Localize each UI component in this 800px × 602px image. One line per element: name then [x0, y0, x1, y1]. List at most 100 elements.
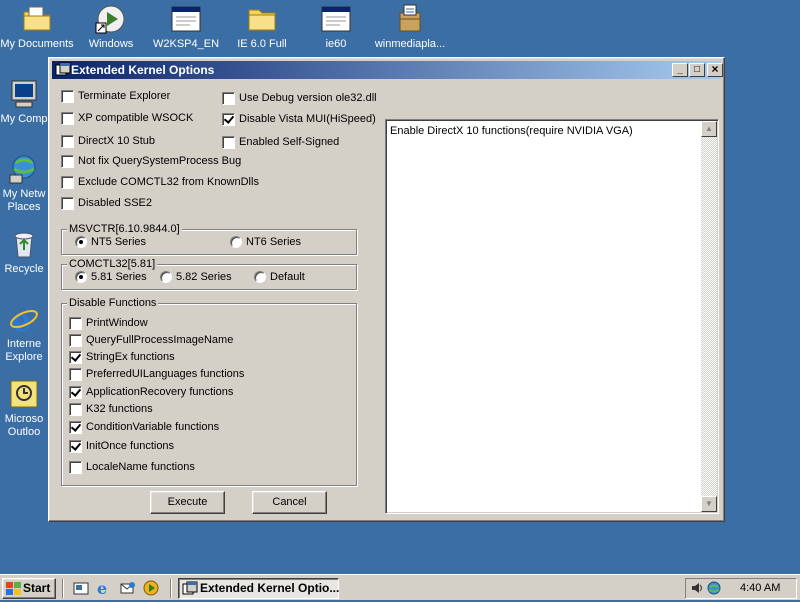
- internet-explorer-icon[interactable]: e: [96, 579, 112, 598]
- outlook-express-icon[interactable]: [120, 580, 136, 596]
- checkbox-label: PreferredUILanguages functions: [86, 368, 245, 380]
- checkbox-box[interactable]: [222, 92, 235, 105]
- checkbox-label: LocaleName functions: [86, 461, 195, 473]
- msvctr-legend: MSVCTR[6.10.9844.0]: [67, 223, 182, 235]
- close-button[interactable]: ×: [707, 63, 723, 77]
- folder-icon: [246, 3, 278, 35]
- checkbox-label: QueryFullProcessImageName: [86, 334, 234, 346]
- taskbar-item-extended-kernel-options[interactable]: Extended Kernel Optio...: [178, 578, 339, 599]
- window-app-icon: [320, 3, 352, 35]
- speaker-icon[interactable]: [690, 581, 704, 602]
- window-title: Extended Kernel Options: [71, 63, 215, 77]
- radio-label: 5.82 Series: [176, 271, 232, 283]
- comctl32-group: COMCTL32[5.81] 5.81 Series 5.82 Series D…: [61, 258, 357, 290]
- checkbox-box-checked[interactable]: [69, 386, 82, 399]
- media-player-shortcut-icon: [95, 3, 127, 35]
- checkbox-box[interactable]: [69, 368, 82, 381]
- scroll-up-icon[interactable]: ▲: [701, 121, 717, 137]
- checkbox-box-checked[interactable]: [69, 351, 82, 364]
- desktop-icon-w2ksp4[interactable]: W2KSP4_EN: [146, 3, 226, 51]
- disable-functions-legend: Disable Functions: [67, 297, 159, 309]
- disable-functions-group: Disable Functions PrintWindow QueryFullP…: [61, 297, 357, 486]
- desktop-icon-my-documents[interactable]: My Documents: [0, 3, 77, 51]
- checkbox-label: ApplicationRecovery functions: [86, 386, 234, 398]
- cancel-button[interactable]: Cancel: [252, 491, 327, 514]
- scroll-down-icon[interactable]: ▼: [701, 496, 717, 512]
- checkbox-label: StringEx functions: [86, 351, 175, 363]
- taskbar: Start e Extended Kernel Optio... 4:40 AM: [0, 574, 800, 600]
- description-text: Enable DirectX 10 functions(require NVID…: [390, 125, 633, 137]
- svg-text:e: e: [97, 580, 107, 596]
- desktop-icon-winmediaplayer[interactable]: winmediapla...: [370, 3, 450, 51]
- radio-dot[interactable]: [230, 236, 242, 248]
- minimize-button[interactable]: _: [672, 63, 688, 77]
- checkbox-box[interactable]: [222, 136, 235, 149]
- desktop-icon-label: IE 6.0 Full: [237, 38, 287, 50]
- checkbox-box[interactable]: [69, 317, 82, 330]
- app-icon: [55, 62, 71, 78]
- checkbox-label: Use Debug version ole32.dll: [239, 92, 377, 104]
- radio-label: NT6 Series: [246, 236, 302, 248]
- radio-dot[interactable]: [254, 271, 266, 283]
- checkbox-label: XP compatible WSOCK: [78, 112, 194, 124]
- checkbox-label: Exclude COMCTL32 from KnownDlls: [78, 176, 259, 188]
- checkbox-label: PrintWindow: [86, 317, 148, 329]
- checkbox-label: ConditionVariable functions: [86, 421, 220, 433]
- network-globe-icon[interactable]: [707, 581, 721, 602]
- taskbar-separator: [62, 579, 64, 598]
- checkbox-box[interactable]: [69, 461, 82, 474]
- checkbox-box[interactable]: [61, 112, 74, 125]
- checkbox-box[interactable]: [69, 403, 82, 416]
- checkbox-box[interactable]: [61, 197, 74, 210]
- show-desktop-icon[interactable]: [73, 580, 89, 596]
- desktop-icon-label: Windows: [88, 38, 134, 50]
- internet-explorer-icon: e: [8, 303, 40, 339]
- folder-documents-icon: [21, 3, 53, 35]
- extended-kernel-options-window: Extended Kernel Options _ □ × Terminate …: [48, 57, 725, 522]
- taskbar-separator: [170, 579, 172, 598]
- windows-logo-icon: [6, 582, 21, 601]
- radio-dot-selected[interactable]: [75, 271, 87, 283]
- radio-label: 5.81 Series: [91, 271, 147, 283]
- checkbox-label: Terminate Explorer: [78, 90, 171, 102]
- checkbox-box-checked[interactable]: [69, 440, 82, 453]
- radio-label: NT5 Series: [91, 236, 147, 248]
- app-icon: [182, 581, 198, 602]
- installer-package-icon: [394, 3, 426, 35]
- checkbox-box[interactable]: [61, 135, 74, 148]
- description-textbox[interactable]: Enable DirectX 10 functions(require NVID…: [385, 119, 719, 514]
- comctl32-legend: COMCTL32[5.81]: [67, 258, 158, 270]
- msvctr-group: MSVCTR[6.10.9844.0] NT5 Series NT6 Serie…: [61, 223, 357, 255]
- checkbox-box-checked[interactable]: [222, 113, 235, 126]
- media-player-icon[interactable]: [143, 580, 159, 596]
- radio-dot[interactable]: [160, 271, 172, 283]
- computer-icon: [8, 78, 40, 110]
- outlook-icon: [8, 378, 40, 410]
- checkbox-box[interactable]: [69, 334, 82, 347]
- radio-dot-selected[interactable]: [75, 236, 87, 248]
- clock[interactable]: 4:40 AM: [740, 579, 780, 598]
- checkbox-label: Disabled SSE2: [78, 197, 152, 209]
- start-label: Start: [23, 581, 51, 595]
- maximize-button[interactable]: □: [689, 63, 705, 77]
- recycle-bin-icon: [8, 228, 40, 260]
- checkbox-label: Not fix QuerySystemProcess Bug: [78, 155, 242, 167]
- title-bar[interactable]: Extended Kernel Options _ □ ×: [52, 61, 723, 79]
- execute-button[interactable]: Execute: [150, 491, 225, 514]
- desktop-icon-ie6-full[interactable]: IE 6.0 Full: [222, 3, 302, 51]
- checkbox-box-checked[interactable]: [69, 421, 82, 434]
- desktop-icon-ie60[interactable]: ie60: [296, 3, 376, 51]
- checkbox-box[interactable]: [61, 90, 74, 103]
- network-places-icon: [8, 153, 40, 185]
- start-button[interactable]: Start: [2, 578, 56, 599]
- checkbox-box[interactable]: [61, 176, 74, 189]
- system-tray: 4:40 AM: [685, 578, 797, 599]
- desktop-icon-windows-media[interactable]: Windows: [71, 3, 151, 51]
- window-app-icon: [170, 3, 202, 35]
- checkbox-label: DirectX 10 Stub: [78, 135, 156, 147]
- desktop-icon-label: My Documents: [0, 38, 74, 50]
- taskbar-item-label: Extended Kernel Optio...: [200, 581, 340, 595]
- vertical-scrollbar[interactable]: ▲ ▼: [701, 121, 717, 512]
- checkbox-label: InitOnce functions: [86, 440, 175, 452]
- checkbox-box[interactable]: [61, 155, 74, 168]
